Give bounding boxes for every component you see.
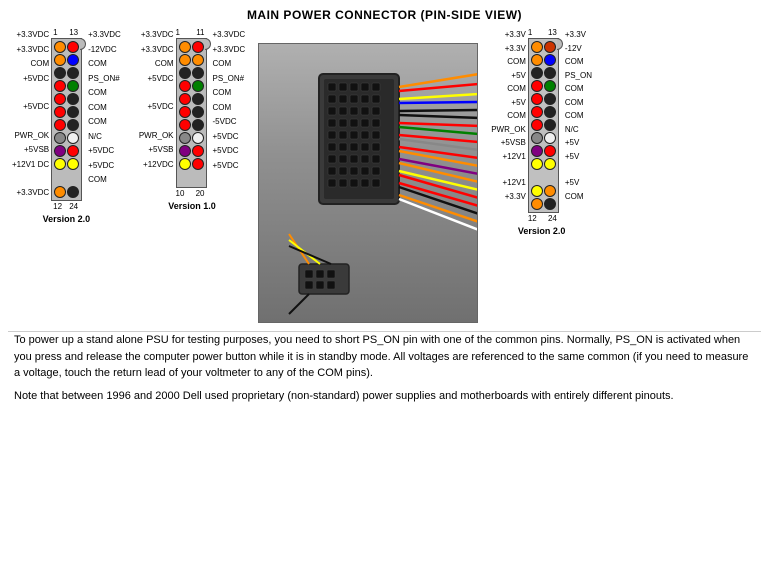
v10-right-labels: +3.3VDC +3.3VDC COM PS_ON# COM COM -5VDC… [213,28,246,187]
main-container: MAIN POWER CONNECTOR (PIN-SIDE VIEW) +3.… [0,0,769,585]
text-section: To power up a stand alone PSU for testin… [8,331,761,404]
connector-v10: +3.3VDC +3.3VDC COM +5VDC +5VDC PWR_OK +… [139,28,245,323]
v10-pin-body: 111 [176,28,211,198]
diagram-area: +3.3VDC +3.3VDC COM +5VDC +5VDC PWR_OK +… [8,28,761,323]
connector-photo [258,43,478,323]
v24-right-labels: +3.3V -12V COM PS_ON COM COM COM N/C +5V… [565,28,592,203]
page-title: MAIN POWER CONNECTOR (PIN-SIDE VIEW) [8,8,761,22]
v10-left-labels: +3.3VDC +3.3VDC COM +5VDC +5VDC PWR_OK +… [139,28,174,186]
v20-label: Version 2.0 [43,214,91,224]
v20-right-labels: +3.3VDC -12VDC COM PS_ON# COM COM COM N/… [88,28,121,202]
text-paragraph-1: To power up a stand alone PSU for testin… [14,332,755,382]
connector-v20: +3.3VDC +3.3VDC COM +5VDC +5VDC PWR_OK +… [12,28,121,323]
text-paragraph-2: Note that between 1996 and 2000 Dell use… [14,388,755,405]
v24-pin-body: 113 [528,28,563,223]
v24-left-labels: +3.3V +3.3V COM +5V COM +5V COM PWR_OK +… [491,28,526,203]
v10-label: Version 1.0 [168,201,216,211]
connector-v24: +3.3V +3.3V COM +5V COM +5V COM PWR_OK +… [491,28,592,323]
v20-left-labels: +3.3VDC +3.3VDC COM +5VDC +5VDC PWR_OK +… [12,28,49,201]
v24-version-label: Version 2.0 [518,226,566,236]
v20-pin-body: 113 [51,28,86,211]
